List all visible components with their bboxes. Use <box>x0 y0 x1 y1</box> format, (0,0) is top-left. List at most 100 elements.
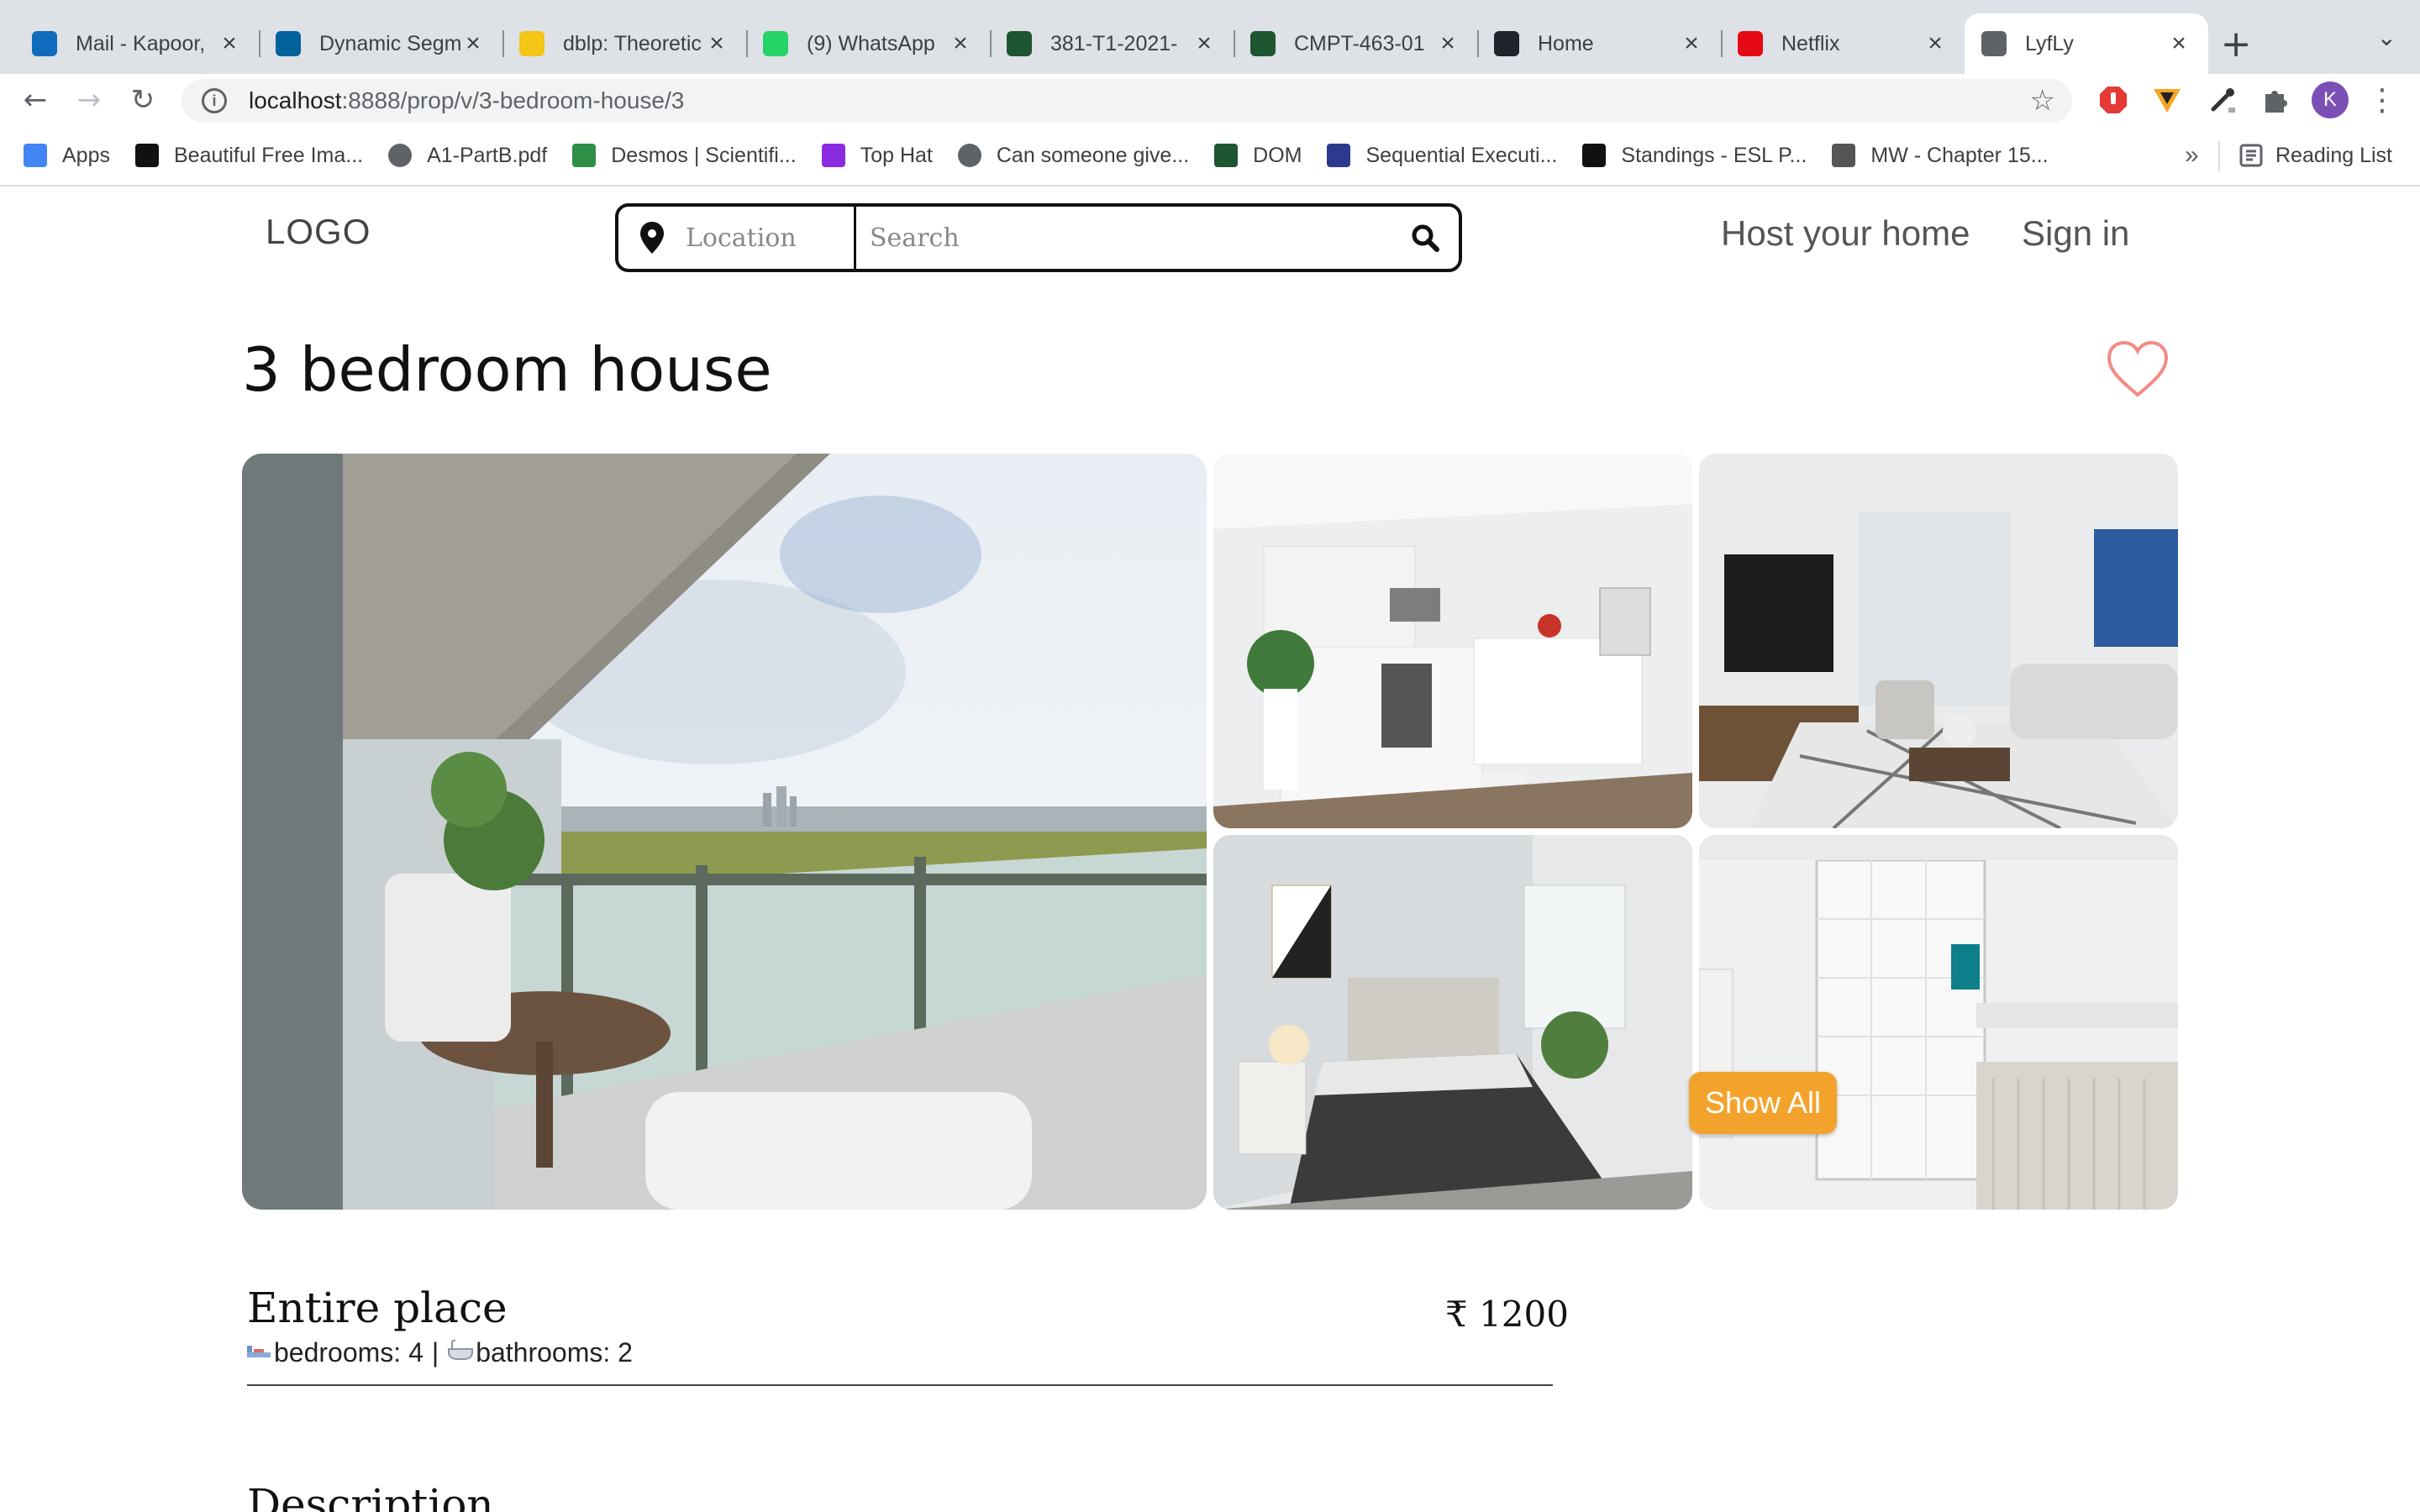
browser-tab[interactable]: Home × <box>1477 13 1721 74</box>
bookmark-label: Apps <box>62 143 110 167</box>
bed-icon <box>245 1340 272 1367</box>
league-icon <box>1582 144 1607 167</box>
close-tab-icon[interactable]: × <box>2166 29 2191 58</box>
photo-gallery <box>242 454 2178 1210</box>
show-all-photos-button[interactable]: Show All <box>1689 1072 1837 1134</box>
bookmark-label: Desmos | Scientifi... <box>611 143 797 167</box>
tab-title: CMPT-463-01 <box>1294 31 1425 55</box>
back-button[interactable]: ← <box>8 74 62 126</box>
bookmark-label: Sequential Executi... <box>1365 143 1558 167</box>
outlook-icon <box>32 31 57 56</box>
web-page: LOGO Location Search Host your home Sign… <box>0 186 2420 1512</box>
bookmark-label: MW - Chapter 15... <box>1870 143 2049 167</box>
browser-tab[interactable]: (9) WhatsApp × <box>746 13 990 74</box>
new-tab-button[interactable]: + <box>2208 13 2264 74</box>
host-your-home-link[interactable]: Host your home <box>1721 213 1970 254</box>
browser-tab[interactable]: 381-T1-2021- × <box>990 13 1234 74</box>
close-tab-icon[interactable]: × <box>704 29 729 58</box>
honey-extension-icon[interactable] <box>2146 74 2188 126</box>
address-bar[interactable]: i localhost:8888/prop/v/3-bedroom-house/… <box>182 79 2072 123</box>
bookmark-star-icon[interactable]: ☆ <box>2030 84 2055 118</box>
tab-title: Home <box>1538 31 1594 55</box>
room-counts: bedrooms: 4 | bathrooms: 2 <box>245 1337 633 1368</box>
meta-separator: | <box>431 1337 439 1368</box>
browser-tab-strip: Mail - Kapoor, × Dynamic Segm × dblp: Theore… <box>0 0 2420 74</box>
photo-balcony[interactable] <box>242 454 1207 1210</box>
location-pin-icon <box>618 222 686 254</box>
close-tab-icon[interactable]: × <box>217 29 242 58</box>
favorite-heart-icon[interactable] <box>2104 336 2171 403</box>
reading-list-button[interactable]: Reading List <box>2238 126 2392 185</box>
dblp-icon <box>519 31 544 56</box>
bookmark-item[interactable]: MW - Chapter 15... <box>1832 143 2049 168</box>
bookmark-item[interactable]: Can someone give... <box>957 143 1190 168</box>
shield-icon <box>1007 31 1032 56</box>
url-text: localhost:8888/prop/v/3-bedroom-house/3 <box>249 87 685 113</box>
netflix-icon <box>1738 31 1763 56</box>
browser-tab[interactable]: LyfLy × <box>1965 13 2208 74</box>
close-tab-icon[interactable]: × <box>1923 29 1948 58</box>
close-tab-icon[interactable]: × <box>948 29 973 58</box>
apps-grid-icon <box>24 144 47 167</box>
close-tab-icon[interactable]: × <box>1435 29 1460 58</box>
photo-bathroom[interactable] <box>1699 835 2178 1210</box>
bookmark-label: Beautiful Free Ima... <box>173 143 364 167</box>
bookmark-item[interactable]: Sequential Executi... <box>1327 144 1557 168</box>
forward-button[interactable]: → <box>62 74 116 126</box>
reading-list-label: Reading List <box>2275 143 2392 167</box>
site-info-icon[interactable]: i <box>202 88 227 113</box>
globe-icon <box>957 144 981 167</box>
bookmark-item[interactable]: Standings - ESL P... <box>1582 144 1807 168</box>
close-tab-icon[interactable]: × <box>1679 29 1704 58</box>
reload-button[interactable]: ↻ <box>116 74 170 126</box>
browser-tab[interactable]: Dynamic Segm × <box>259 13 502 74</box>
reading-list-icon <box>2239 144 2263 167</box>
next-icon <box>1327 144 1351 167</box>
search-input[interactable]: Search <box>856 223 1392 253</box>
tab-title: dblp: Theoretic <box>563 31 702 55</box>
mw-icon <box>1832 144 1856 167</box>
bookmark-item[interactable]: Desmos | Scientifi... <box>572 143 797 168</box>
tab-title: LyfLy <box>2025 31 2074 55</box>
bookmarks-bar: Apps Beautiful Free Ima... A1-PartB.pdf Des… <box>0 126 2420 186</box>
ieee-icon <box>276 31 301 56</box>
bookmark-item[interactable]: DOM <box>1214 144 1302 168</box>
bookmark-item[interactable]: Beautiful Free Ima... <box>134 143 364 168</box>
profile-avatar[interactable]: K <box>2309 74 2351 126</box>
browser-tab[interactable]: dblp: Theoretic × <box>502 13 746 74</box>
close-tab-icon[interactable]: × <box>1192 29 1217 58</box>
bookmark-item[interactable]: A1-PartB.pdf <box>388 144 547 168</box>
tab-search-chevron-icon[interactable]: ⌄ <box>2377 24 2396 51</box>
photo-kitchen[interactable] <box>1213 454 1692 828</box>
bookmark-label: Can someone give... <box>996 143 1190 167</box>
location-input[interactable]: Location <box>686 207 856 269</box>
browser-tab[interactable]: CMPT-463-01 × <box>1234 13 1477 74</box>
browser-tab[interactable]: Netflix × <box>1721 13 1965 74</box>
browser-tab[interactable]: Mail - Kapoor, × <box>15 13 259 74</box>
more-bookmarks-button[interactable]: » <box>2185 141 2199 170</box>
shield-icon <box>1214 144 1239 167</box>
adblock-extension-icon[interactable] <box>2092 74 2134 126</box>
close-tab-icon[interactable]: × <box>460 29 486 58</box>
bookmark-label: Standings - ESL P... <box>1621 143 1807 167</box>
eyedropper-extension-icon[interactable] <box>2202 74 2244 126</box>
tab-title: 381-T1-2021- <box>1050 31 1178 55</box>
browser-menu-icon[interactable]: ⋮ <box>2361 74 2403 126</box>
price-label: ₹ 1200 <box>1445 1294 1569 1335</box>
sign-in-link[interactable]: Sign in <box>2022 213 2129 254</box>
shield-icon <box>1250 31 1276 56</box>
bookmark-item[interactable]: Top Hat <box>821 144 933 168</box>
search-bar: Location Search <box>615 203 1462 272</box>
bookmark-label: DOM <box>1253 143 1302 167</box>
unsplash-icon <box>134 144 159 167</box>
site-logo[interactable]: LOGO <box>266 212 371 252</box>
extensions-puzzle-icon[interactable] <box>2254 74 2296 126</box>
place-type-heading: Entire place <box>247 1284 508 1332</box>
bathtub-icon <box>447 1339 474 1367</box>
tab-title: Netflix <box>1781 31 1840 55</box>
desmos-icon <box>572 144 597 167</box>
photo-bedroom[interactable] <box>1213 835 1692 1210</box>
search-icon[interactable] <box>1392 223 1459 252</box>
bookmark-item[interactable]: Apps <box>24 144 110 168</box>
photo-living-room[interactable] <box>1699 454 2178 828</box>
